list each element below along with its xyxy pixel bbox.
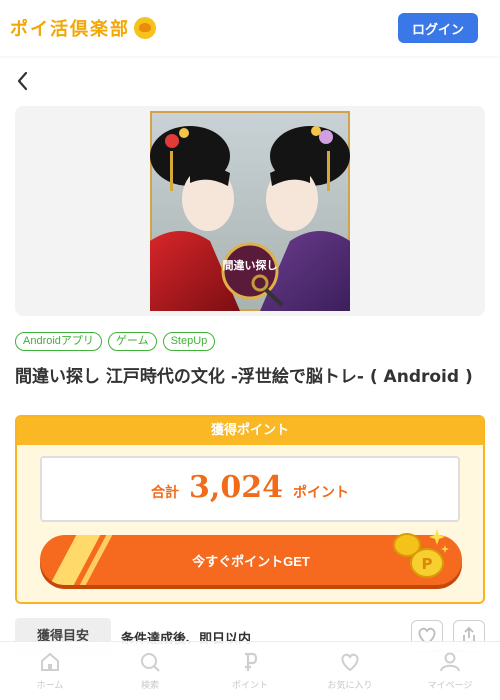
logo[interactable]: ポイ活倶楽部 xyxy=(10,14,156,42)
login-button[interactable]: ログイン xyxy=(398,13,478,43)
total-points-card: 合計 3,024 ポイント xyxy=(40,456,460,522)
tag-list: Androidアプリ ゲーム StepUp xyxy=(15,332,216,351)
logo-bird-icon xyxy=(134,17,156,39)
search-icon xyxy=(141,653,160,672)
points-unit: ポイント xyxy=(292,485,349,501)
app-image-panel: 間違い探し xyxy=(15,106,485,316)
points-heading: 獲得ポイント xyxy=(17,417,483,445)
point-icon xyxy=(245,652,258,671)
points-panel: 獲得ポイント 合計 3,024 ポイント 今すぐポイントGET P xyxy=(15,415,485,604)
logo-text: ポイ活倶楽部 xyxy=(10,19,130,40)
home-icon xyxy=(41,652,59,671)
tab-search[interactable]: 検索 xyxy=(115,642,185,700)
badge-text: 間違い探し xyxy=(223,258,278,272)
tag-game[interactable]: ゲーム xyxy=(107,332,157,351)
tab-mypage[interactable]: マイページ xyxy=(415,642,485,700)
user-icon xyxy=(440,652,460,672)
tag-stepup[interactable]: StepUp xyxy=(162,332,216,351)
tab-favorites-label: お気に入り xyxy=(327,681,373,691)
tab-favorites[interactable]: お気に入り xyxy=(315,642,385,700)
bottom-tab-bar: ホーム 検索 ポイント お気に入り マイページ xyxy=(0,641,500,700)
offer-title: 間違い探し 江戸時代の文化 -浮世絵で脳トレ- ( Android ) xyxy=(15,367,473,387)
tag-android[interactable]: Androidアプリ xyxy=(15,332,102,351)
coins-icon: P xyxy=(393,529,449,578)
get-points-label: 今すぐポイントGET xyxy=(192,553,310,569)
svg-text:P: P xyxy=(422,555,433,573)
app-icon-image: 間違い探し xyxy=(150,111,350,311)
heart-icon xyxy=(341,653,359,672)
total-points-value: 3,024 xyxy=(189,470,283,505)
back-chevron-icon[interactable] xyxy=(14,70,34,92)
app-header: ポイ活倶楽部 ログイン xyxy=(0,0,500,56)
tab-home[interactable]: ホーム xyxy=(15,642,85,700)
tab-points-label: ポイント xyxy=(231,681,268,691)
tab-home-label: ホーム xyxy=(36,681,64,691)
tab-points[interactable]: ポイント xyxy=(215,642,285,700)
total-label: 合計 xyxy=(151,485,180,501)
tab-mypage-label: マイページ xyxy=(427,681,473,691)
tab-search-label: 検索 xyxy=(140,681,159,691)
